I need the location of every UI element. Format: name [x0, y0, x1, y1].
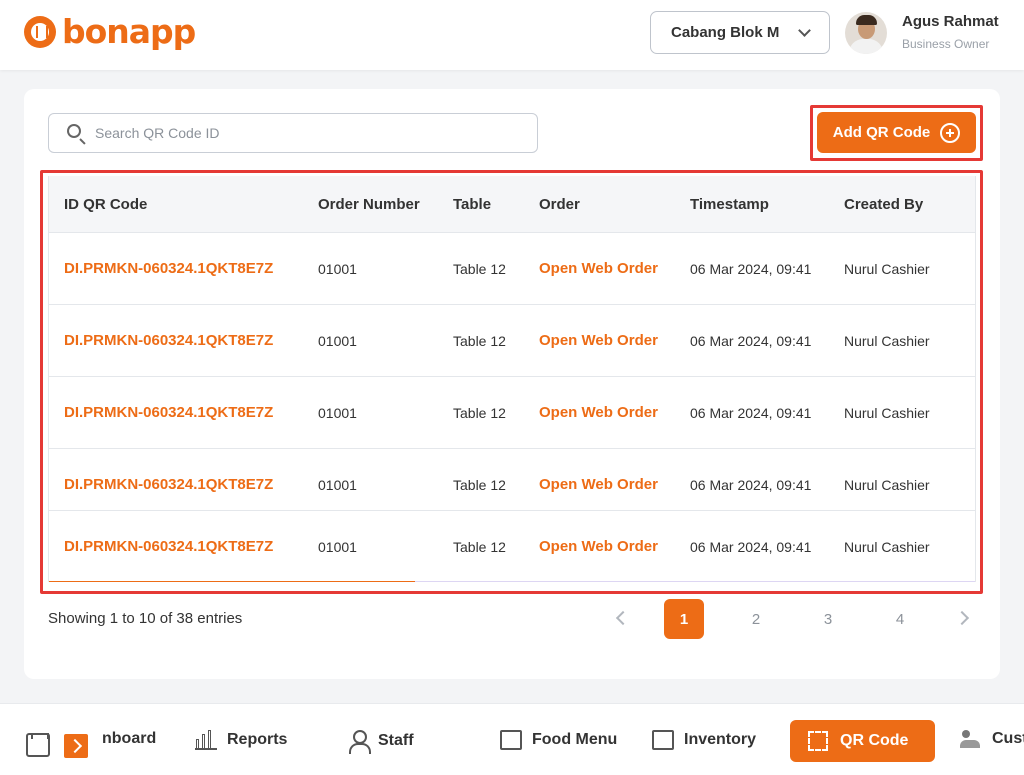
table-row: DI.PRMKN-060324.1QKT8E7Z 01001 Table 12 …: [49, 305, 975, 377]
store-icon[interactable]: [26, 733, 50, 757]
column-header-table[interactable]: Table: [453, 196, 491, 213]
column-header-id[interactable]: ID QR Code: [64, 196, 147, 213]
timestamp: 06 Mar 2024, 09:41: [690, 261, 812, 277]
food-menu-icon: [500, 730, 522, 750]
order-number: 01001: [318, 539, 357, 555]
user-name: Agus Rahmat: [902, 13, 999, 30]
table-row: DI.PRMKN-060324.1QKT8E7Z 01001 Table 12 …: [49, 449, 975, 511]
user-role: Business Owner: [902, 37, 990, 51]
nav-reports-label: Reports: [227, 731, 288, 748]
inventory-icon: [652, 730, 674, 750]
table-cell: Table 12: [453, 539, 506, 555]
page-button-4[interactable]: 4: [880, 599, 920, 639]
open-web-order-link[interactable]: Open Web Order: [539, 332, 658, 349]
timestamp: 06 Mar 2024, 09:41: [690, 405, 812, 421]
branch-label: Cabang Blok M: [671, 24, 780, 41]
qr-code-id-link[interactable]: DI.PRMKN-060324.1QKT8E7Z: [64, 404, 273, 421]
avatar[interactable]: [845, 12, 887, 54]
nav-qr-code-label: QR Code: [840, 732, 909, 749]
entries-summary: Showing 1 to 10 of 38 entries: [48, 610, 243, 627]
open-web-order-link[interactable]: Open Web Order: [539, 538, 658, 555]
customers-icon: [960, 730, 982, 748]
order-number: 01001: [318, 477, 357, 493]
qr-code-id-link[interactable]: DI.PRMKN-060324.1QKT8E7Z: [64, 538, 273, 555]
column-header-order[interactable]: Order: [539, 196, 580, 213]
page-button-3[interactable]: 3: [808, 599, 848, 639]
order-number: 01001: [318, 333, 357, 349]
timestamp: 06 Mar 2024, 09:41: [690, 539, 812, 555]
created-by: Nurul Cashier: [844, 261, 930, 277]
timestamp: 06 Mar 2024, 09:41: [690, 477, 812, 493]
nav-inventory[interactable]: Inventory: [652, 730, 756, 750]
timestamp: 06 Mar 2024, 09:41: [690, 333, 812, 349]
open-web-order-link[interactable]: Open Web Order: [539, 476, 658, 493]
column-header-created-by[interactable]: Created By: [844, 196, 923, 213]
search-input[interactable]: [95, 122, 515, 144]
open-web-order-link[interactable]: Open Web Order: [539, 260, 658, 277]
qr-code-id-link[interactable]: DI.PRMKN-060324.1QKT8E7Z: [64, 332, 273, 349]
bonapp-logo-icon: [24, 16, 56, 48]
created-by: Nurul Cashier: [844, 405, 930, 421]
qr-code-id-link[interactable]: DI.PRMKN-060324.1QKT8E7Z: [64, 260, 273, 277]
plus-circle-icon: [940, 122, 961, 143]
created-by: Nurul Cashier: [844, 333, 930, 349]
table-row: DI.PRMKN-060324.1QKT8E7Z 01001 Table 12 …: [49, 233, 975, 305]
order-number: 01001: [318, 405, 357, 421]
add-qr-code-button[interactable]: Add QR Code: [817, 112, 976, 153]
table-row: DI.PRMKN-060324.1QKT8E7Z 01001 Table 12 …: [49, 377, 975, 449]
nav-customers[interactable]: Cust: [960, 730, 1024, 748]
nav-staff[interactable]: Staff: [348, 730, 414, 754]
page-button-1[interactable]: 1: [664, 599, 704, 639]
column-header-timestamp[interactable]: Timestamp: [690, 196, 769, 213]
brand-name: bonapp: [62, 12, 196, 51]
nav-food-menu[interactable]: Food Menu: [500, 730, 617, 750]
table-cell: Table 12: [453, 333, 506, 349]
qr-code-table: ID QR Code Order Number Table Order Time…: [48, 176, 976, 582]
created-by: Nurul Cashier: [844, 539, 930, 555]
search-box[interactable]: [48, 113, 538, 153]
person-icon: [348, 730, 371, 754]
add-qr-code-label: Add QR Code: [832, 124, 931, 141]
nav-reports[interactable]: Reports: [195, 730, 287, 750]
search-icon: [67, 124, 81, 138]
nav-dashboard[interactable]: nboard: [102, 730, 156, 748]
qr-code-icon: [808, 731, 828, 751]
page-button-2[interactable]: 2: [736, 599, 776, 639]
table-cell: Table 12: [453, 405, 506, 421]
nav-customers-label: Cust: [992, 730, 1024, 747]
table-header: ID QR Code Order Number Table Order Time…: [49, 176, 975, 233]
open-web-order-link[interactable]: Open Web Order: [539, 404, 658, 421]
order-number: 01001: [318, 261, 357, 277]
expand-menu-button[interactable]: [64, 734, 88, 758]
chevron-down-icon: [798, 24, 811, 37]
column-header-order-number[interactable]: Order Number: [318, 196, 420, 213]
created-by: Nurul Cashier: [844, 477, 930, 493]
brand-logo[interactable]: bonapp: [24, 12, 196, 51]
table-cell: Table 12: [453, 477, 506, 493]
nav-staff-label: Staff: [378, 732, 414, 749]
bar-chart-icon: [195, 730, 217, 750]
top-header: bonapp Cabang Blok M Agus Rahmat Busines…: [0, 0, 1024, 70]
table-cell: Table 12: [453, 261, 506, 277]
bottom-navigation: nboard Reports Staff Food Menu Inventory…: [0, 703, 1024, 775]
qr-code-id-link[interactable]: DI.PRMKN-060324.1QKT8E7Z: [64, 476, 273, 493]
horizontal-scrollbar-thumb[interactable]: [49, 581, 415, 582]
nav-food-menu-label: Food Menu: [532, 731, 618, 748]
table-row: DI.PRMKN-060324.1QKT8E7Z 01001 Table 12 …: [49, 511, 975, 581]
branch-selector[interactable]: Cabang Blok M: [650, 11, 830, 54]
nav-inventory-label: Inventory: [684, 731, 757, 748]
nav-qr-code[interactable]: QR Code: [790, 720, 935, 762]
nav-dashboard-label: nboard: [102, 730, 157, 747]
